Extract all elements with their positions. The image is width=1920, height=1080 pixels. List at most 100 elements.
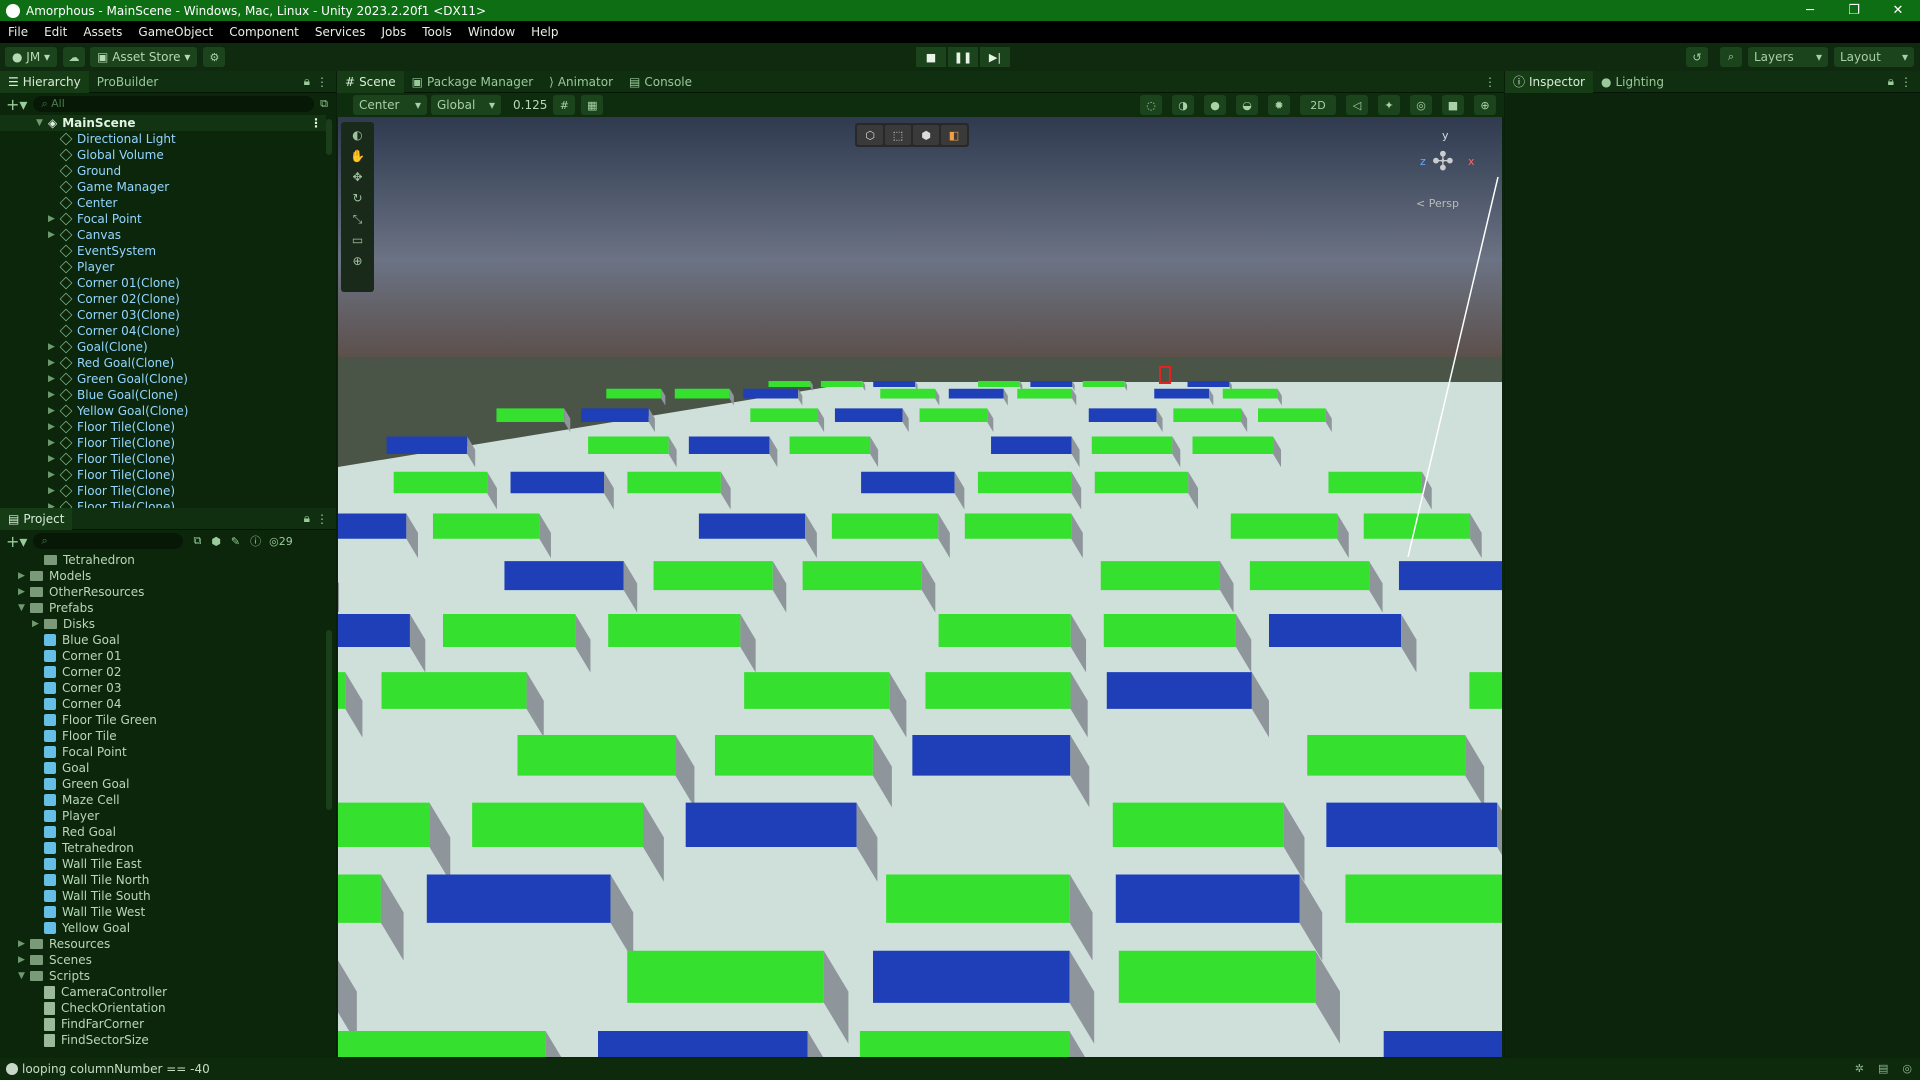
- hierarchy-item[interactable]: Corner 04(Clone): [0, 323, 326, 339]
- project-item[interactable]: CheckOrientation: [0, 1000, 326, 1016]
- snap-value[interactable]: 0.125: [513, 98, 547, 112]
- vertex-mode-icon[interactable]: ⬚: [885, 125, 911, 145]
- chevron-right-icon[interactable]: ▶: [48, 438, 60, 448]
- hierarchy-item[interactable]: EventSystem: [0, 243, 326, 259]
- kebab-menu-icon[interactable]: ⋮: [1484, 75, 1496, 89]
- hidden-count-icon[interactable]: ◎: [269, 535, 279, 548]
- layers-dropdown[interactable]: Layers ▾: [1748, 47, 1828, 67]
- chevron-right-icon[interactable]: ▶: [18, 939, 30, 949]
- package-icon[interactable]: ⚙: [203, 47, 226, 67]
- chevron-right-icon[interactable]: ▶: [48, 422, 60, 432]
- chevron-right-icon[interactable]: ▶: [48, 342, 60, 352]
- cache-server-icon[interactable]: ▤: [1878, 1062, 1888, 1075]
- hierarchy-item[interactable]: Corner 01(Clone): [0, 275, 326, 291]
- chevron-right-icon[interactable]: ▶: [48, 374, 60, 384]
- wireframe-icon[interactable]: ◌: [1140, 95, 1162, 115]
- search-icon[interactable]: ⌕: [1720, 47, 1742, 67]
- tab-lighting[interactable]: ● Lighting: [1593, 71, 1672, 93]
- asset-store-button[interactable]: ▣ Asset Store ▾: [90, 47, 198, 67]
- hierarchy-item[interactable]: Global Volume: [0, 147, 326, 163]
- tab-scene[interactable]: # Scene: [337, 70, 404, 93]
- projection-label[interactable]: < Persp: [1416, 197, 1459, 210]
- rotate-icon[interactable]: ↻: [352, 191, 362, 207]
- scale-icon[interactable]: ⤡: [353, 212, 363, 228]
- chevron-right-icon[interactable]: ▶: [48, 358, 60, 368]
- chevron-right-icon[interactable]: ▶: [18, 955, 30, 965]
- project-item[interactable]: ▶ Models: [0, 568, 326, 584]
- menu-edit[interactable]: Edit: [36, 25, 75, 39]
- menu-assets[interactable]: Assets: [75, 25, 130, 39]
- snap-grid-icon[interactable]: #: [553, 95, 576, 115]
- hierarchy-item[interactable]: ▶ Floor Tile(Clone): [0, 419, 326, 435]
- project-item[interactable]: Maze Cell: [0, 792, 326, 808]
- minimize-button[interactable]: ─: [1788, 0, 1832, 21]
- hand-icon[interactable]: ✋: [350, 149, 365, 165]
- move-icon[interactable]: ✥: [352, 170, 362, 186]
- project-search[interactable]: ⌕: [33, 533, 184, 549]
- hierarchy-scrollbar[interactable]: [326, 119, 332, 155]
- project-item[interactable]: Goal: [0, 760, 326, 776]
- info-icon[interactable]: ⓘ: [250, 533, 261, 549]
- filter-type-icon[interactable]: ⧉: [193, 534, 201, 548]
- chevron-right-icon[interactable]: ▶: [48, 390, 60, 400]
- hierarchy-item[interactable]: ▶ Floor Tile(Clone): [0, 451, 326, 467]
- lock-icon[interactable]: 🔒︎: [304, 511, 310, 526]
- kebab-menu-icon[interactable]: ⋮: [316, 75, 328, 89]
- project-item[interactable]: ▶ Disks: [0, 616, 326, 632]
- space-dropdown[interactable]: Global ▾: [431, 95, 501, 115]
- grid-toggle-icon[interactable]: ▦: [581, 95, 604, 115]
- project-item[interactable]: CameraController: [0, 984, 326, 1000]
- filter-label-icon[interactable]: ⬢: [211, 535, 221, 548]
- kebab-menu-icon[interactable]: ⋮: [310, 116, 322, 130]
- menu-services[interactable]: Services: [307, 25, 374, 39]
- history-icon[interactable]: ↺: [1686, 47, 1708, 67]
- mode-2d-button[interactable]: 2D: [1300, 95, 1336, 115]
- chevron-right-icon[interactable]: ▶: [18, 587, 30, 597]
- menu-jobs[interactable]: Jobs: [374, 25, 415, 39]
- project-item[interactable]: ▼ Prefabs: [0, 600, 326, 616]
- status-message[interactable]: looping columnNumber == -40: [22, 1062, 210, 1076]
- tab-probuilder[interactable]: ProBuilder: [89, 71, 166, 93]
- lighting-toggle-icon[interactable]: ✹: [1268, 95, 1290, 115]
- tab-package-manager[interactable]: ▣ Package Manager: [404, 71, 542, 93]
- edge-mode-icon[interactable]: ⬢: [913, 125, 939, 145]
- shaded-wireframe-icon[interactable]: ◑: [1172, 95, 1194, 115]
- hierarchy-item[interactable]: ▶ Blue Goal(Clone): [0, 387, 326, 403]
- chevron-right-icon[interactable]: ▶: [48, 470, 60, 480]
- tab-hierarchy[interactable]: ☰ Hierarchy: [0, 70, 89, 93]
- hierarchy-item[interactable]: Player: [0, 259, 326, 275]
- project-item[interactable]: Corner 02: [0, 664, 326, 680]
- project-item[interactable]: Wall Tile East: [0, 856, 326, 872]
- project-item[interactable]: Tetrahedron: [0, 840, 326, 856]
- chevron-right-icon[interactable]: ▶: [18, 571, 30, 581]
- pause-button[interactable]: ❚❚: [948, 47, 978, 67]
- hierarchy-item[interactable]: Center: [0, 195, 326, 211]
- scene-viewport[interactable]: ◐ ✋ ✥ ↻ ⤡ ▭ ⊕ ⬡ ⬚ ⬢ ◧ y z x ✣ < Persp: [338, 117, 1502, 1057]
- project-item[interactable]: ▼ Scripts: [0, 968, 326, 984]
- cloud-icon[interactable]: ☁: [63, 47, 86, 67]
- hierarchy-item[interactable]: ▶ Goal(Clone): [0, 339, 326, 355]
- menu-gameobject[interactable]: GameObject: [130, 25, 221, 39]
- debug-draw-icon[interactable]: ◒: [1236, 95, 1258, 115]
- layout-dropdown[interactable]: Layout ▾: [1834, 47, 1914, 67]
- step-button[interactable]: ▶|: [980, 47, 1010, 67]
- hierarchy-item[interactable]: Corner 02(Clone): [0, 291, 326, 307]
- chevron-right-icon[interactable]: ▶: [48, 214, 60, 224]
- hierarchy-item[interactable]: ▶ Yellow Goal(Clone): [0, 403, 326, 419]
- scene-row[interactable]: ▼ ◈ MainScene ⋮: [0, 115, 326, 131]
- chevron-down-icon[interactable]: ▼: [18, 603, 30, 613]
- kebab-menu-icon[interactable]: ⋮: [1900, 75, 1912, 89]
- project-item[interactable]: Corner 01: [0, 648, 326, 664]
- tab-animator[interactable]: ⟩ Animator: [541, 71, 621, 93]
- chevron-right-icon[interactable]: ▶: [48, 454, 60, 464]
- menu-file[interactable]: File: [0, 25, 36, 39]
- hierarchy-item[interactable]: Game Manager: [0, 179, 326, 195]
- visibility-icon[interactable]: ◎: [1410, 95, 1432, 115]
- chevron-down-icon[interactable]: ▼: [18, 971, 30, 981]
- hierarchy-item[interactable]: Ground: [0, 163, 326, 179]
- hierarchy-item[interactable]: ▶ Red Goal(Clone): [0, 355, 326, 371]
- debug-icon[interactable]: ✲: [1855, 1062, 1864, 1075]
- project-item[interactable]: Player: [0, 808, 326, 824]
- chevron-right-icon[interactable]: ▶: [32, 619, 44, 629]
- project-item[interactable]: Green Goal: [0, 776, 326, 792]
